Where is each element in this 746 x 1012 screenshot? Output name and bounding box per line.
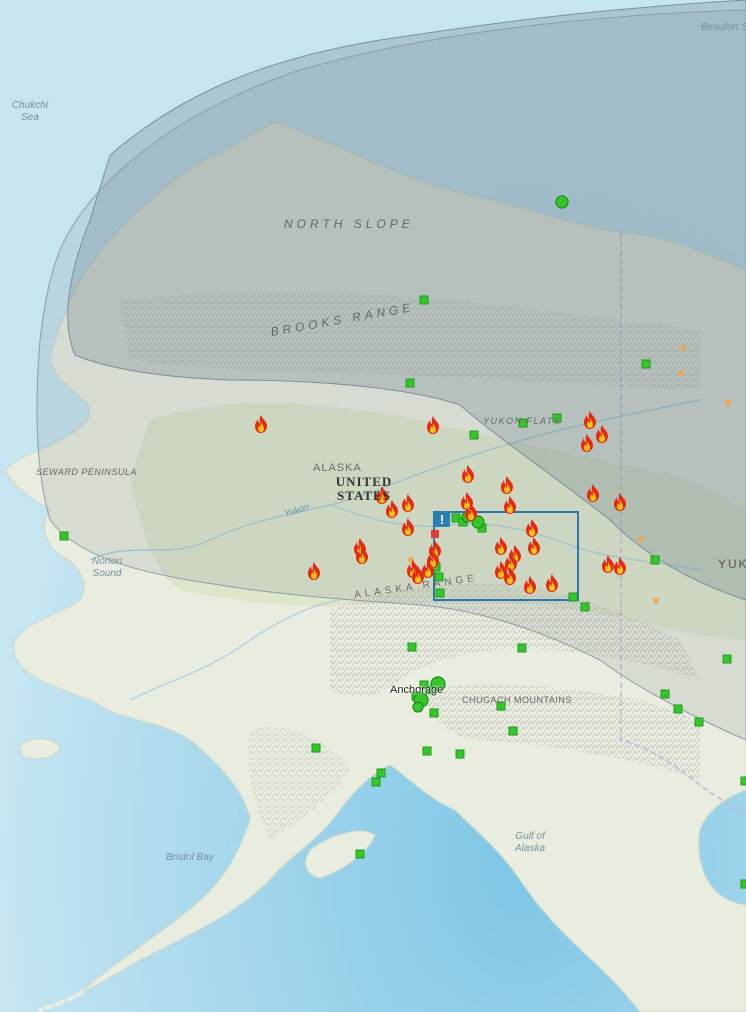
label-alaska: ALASKA	[313, 462, 362, 474]
station-marker[interactable]	[407, 642, 417, 652]
alert-badge-glyph: !	[440, 512, 444, 527]
label-gulf-of-alaska: Gulf of Alaska	[514, 831, 545, 854]
station-marker[interactable]	[355, 849, 365, 859]
station-marker[interactable]	[405, 378, 415, 388]
hotspot-dot[interactable]	[678, 370, 684, 376]
hotspot-dot[interactable]	[653, 598, 659, 604]
label-chukchi-sea: Chukchi Sea	[11, 100, 49, 123]
station-marker[interactable]	[508, 726, 518, 736]
station-marker[interactable]	[376, 768, 386, 778]
label-beaufort-sea: Beaufort Sea	[700, 22, 746, 33]
label-bristol-bay: Bristol Bay	[166, 852, 214, 863]
site-circle[interactable]	[555, 195, 569, 209]
label-norton-sound: Norton Sound	[91, 556, 122, 579]
station-marker[interactable]	[641, 359, 651, 369]
station-marker[interactable]	[650, 555, 660, 565]
label-united-states: UNITED STATES	[335, 474, 393, 503]
station-marker[interactable]	[435, 588, 445, 598]
station-marker[interactable]	[311, 743, 321, 753]
label-anchorage[interactable]: Anchorage	[390, 684, 443, 696]
station-marker[interactable]	[59, 531, 69, 541]
alert-badge[interactable]: !	[434, 511, 450, 527]
map-canvas[interactable]: ! Beaufort Sea Chukchi Sea NORTH SLOPE B…	[0, 0, 746, 1012]
station-marker[interactable]	[455, 749, 465, 759]
hotspot-dot[interactable]	[725, 400, 731, 406]
station-marker[interactable]	[517, 643, 527, 653]
alert-station-marker[interactable]	[431, 530, 439, 538]
station-marker[interactable]	[469, 430, 479, 440]
station-marker[interactable]	[568, 592, 578, 602]
station-marker[interactable]	[740, 776, 746, 786]
label-yukon-flats: YUKON FLATS	[483, 416, 562, 426]
label-chugach-mountains: CHUGACH MOUNTAINS	[462, 695, 572, 705]
station-marker[interactable]	[740, 879, 746, 889]
station-marker[interactable]	[722, 654, 732, 664]
station-marker[interactable]	[422, 746, 432, 756]
station-marker[interactable]	[429, 708, 439, 718]
label-north-slope: NORTH SLOPE	[284, 217, 414, 231]
label-seward-peninsula: SEWARD PENINSULA	[36, 467, 137, 477]
station-marker[interactable]	[660, 689, 670, 699]
station-marker[interactable]	[419, 295, 429, 305]
map-base-layer: !	[0, 0, 746, 1012]
station-marker[interactable]	[580, 602, 590, 612]
hotspot-dot[interactable]	[680, 345, 686, 351]
hotspot-dot[interactable]	[638, 536, 644, 542]
station-marker[interactable]	[673, 704, 683, 714]
station-marker[interactable]	[371, 777, 381, 787]
station-marker[interactable]	[694, 717, 704, 727]
site-circle[interactable]	[412, 701, 424, 713]
label-yukon-territory: YUK	[718, 557, 746, 571]
